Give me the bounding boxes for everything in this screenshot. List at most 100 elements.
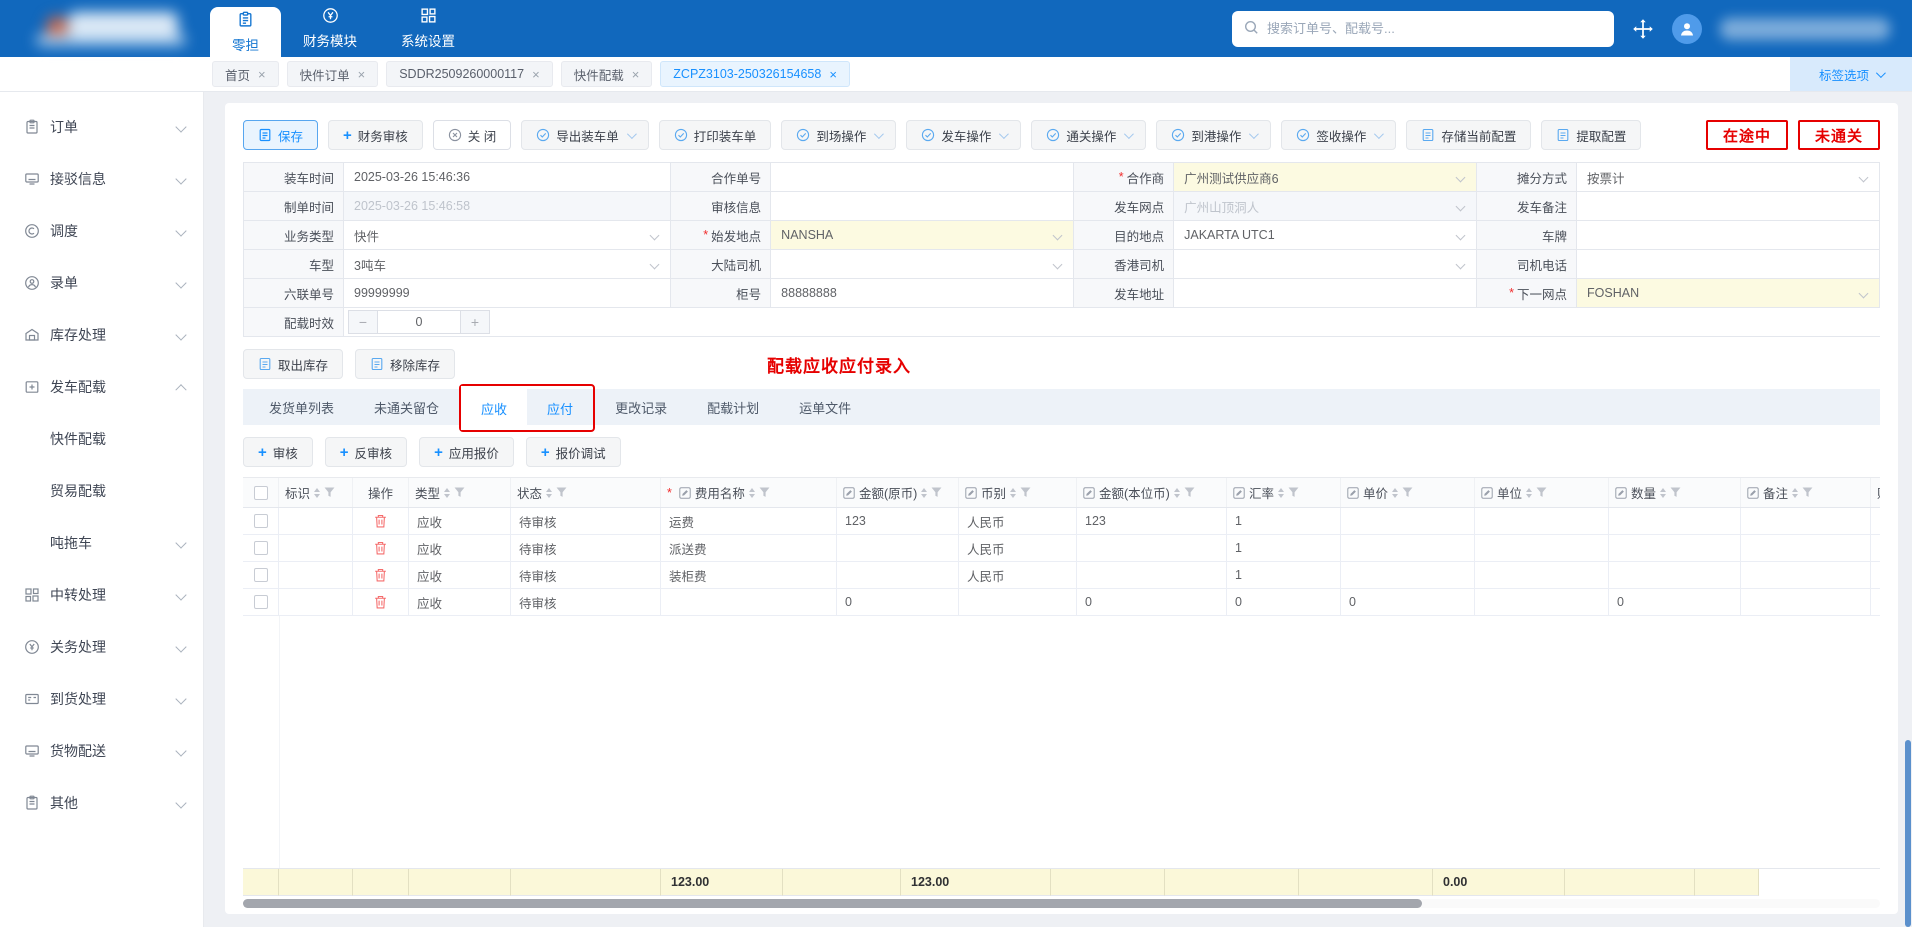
- finance-audit-button[interactable]: + 财务审核: [328, 120, 423, 150]
- stepper-minus-button[interactable]: −: [348, 310, 378, 334]
- cell-rate[interactable]: 1: [1227, 535, 1341, 562]
- cell-amount-orig[interactable]: 0: [837, 589, 959, 616]
- cell-fee-name[interactable]: 派送费: [661, 535, 837, 562]
- sort-icon[interactable]: [1010, 487, 1017, 498]
- col-mark[interactable]: 标识: [279, 478, 353, 507]
- tab-zcpz-stowage[interactable]: ZCPZ3103-250326154658 ×: [660, 61, 850, 87]
- reverse-audit-button[interactable]: + 反审核: [324, 437, 408, 467]
- filter-icon[interactable]: [1402, 487, 1413, 498]
- cell-quantity[interactable]: [1609, 535, 1741, 562]
- row-checkbox[interactable]: [253, 568, 268, 582]
- close-icon[interactable]: ×: [258, 68, 266, 81]
- cell-currency[interactable]: 人民币: [959, 562, 1077, 589]
- sidebar-item-transit[interactable]: 中转处理: [0, 569, 203, 621]
- cell-note[interactable]: [1741, 562, 1871, 589]
- take-out-stock-button[interactable]: 取出库存: [243, 349, 344, 379]
- filter-icon[interactable]: [759, 487, 770, 498]
- tab-options-button[interactable]: 标签选项: [1790, 57, 1912, 91]
- col-status[interactable]: 状态: [511, 478, 661, 507]
- remove-stock-button[interactable]: 移除库存: [355, 349, 456, 379]
- arrival-ops-button[interactable]: 到场操作: [781, 120, 897, 150]
- cell-amount-base[interactable]: [1077, 535, 1227, 562]
- quote-debug-button[interactable]: + 报价调试: [525, 437, 621, 467]
- cell-amount-orig[interactable]: [837, 535, 959, 562]
- departure-ops-button[interactable]: 发车操作: [906, 120, 1022, 150]
- col-type[interactable]: 类型: [409, 478, 511, 507]
- filter-icon[interactable]: [1288, 487, 1299, 498]
- tab-sddr-order[interactable]: SDDR2509260000117 ×: [386, 61, 553, 87]
- hk-driver-select[interactable]: [1174, 250, 1478, 279]
- delete-icon[interactable]: [374, 568, 387, 582]
- save-config-button[interactable]: 存储当前配置: [1406, 120, 1532, 150]
- delete-icon[interactable]: [374, 541, 387, 555]
- search-input[interactable]: [1267, 21, 1602, 36]
- vertical-scrollbar[interactable]: [1905, 740, 1911, 927]
- close-icon[interactable]: ×: [532, 68, 540, 81]
- sidebar-item-arrival[interactable]: 到货处理: [0, 673, 203, 725]
- filter-icon[interactable]: [1536, 487, 1547, 498]
- sort-icon[interactable]: [748, 487, 755, 498]
- sort-icon[interactable]: [1792, 487, 1799, 498]
- container-number-field[interactable]: 88888888: [771, 279, 1075, 308]
- tab-not-cleared-warehouse[interactable]: 未通关留仓: [354, 389, 459, 425]
- customs-ops-button[interactable]: 通关操作: [1031, 120, 1147, 150]
- mainland-driver-select[interactable]: [771, 250, 1075, 279]
- scrollbar-thumb[interactable]: [243, 899, 1422, 908]
- close-icon[interactable]: ×: [829, 68, 837, 81]
- sort-icon[interactable]: [546, 487, 553, 498]
- row-checkbox[interactable]: [253, 595, 268, 609]
- cell-price[interactable]: [1341, 535, 1475, 562]
- close-icon[interactable]: ×: [632, 68, 640, 81]
- next-branch-select[interactable]: FOSHAN: [1577, 279, 1880, 308]
- apply-quote-button[interactable]: + 应用报价: [419, 437, 514, 467]
- departure-remark-field[interactable]: [1577, 192, 1880, 221]
- vehicle-type-select[interactable]: 3吨车: [344, 250, 672, 279]
- filter-icon[interactable]: [931, 487, 942, 498]
- sort-icon[interactable]: [1392, 487, 1399, 498]
- table-row[interactable]: 应收 待审核 运费 123 人民币 123 1: [243, 508, 1880, 535]
- tab-home[interactable]: 首页 ×: [212, 61, 279, 87]
- sidebar-item-inventory[interactable]: 库存处理: [0, 309, 203, 361]
- filter-icon[interactable]: [1184, 487, 1195, 498]
- destination-select[interactable]: JAKARTA UTC1: [1174, 221, 1478, 250]
- filter-icon[interactable]: [324, 487, 335, 498]
- col-currency[interactable]: 币别: [959, 478, 1077, 507]
- print-loading-list-button[interactable]: 打印装车单: [658, 120, 772, 150]
- sort-icon[interactable]: [444, 487, 451, 498]
- cell-currency[interactable]: 人民币: [959, 508, 1077, 535]
- stepper-plus-button[interactable]: +: [460, 310, 490, 334]
- sidebar-item-customs[interactable]: 关务处理: [0, 621, 203, 673]
- cell-note[interactable]: [1741, 535, 1871, 562]
- cell-fee-name[interactable]: 运费: [661, 508, 837, 535]
- filter-icon[interactable]: [1802, 487, 1813, 498]
- col-amount-base[interactable]: 金额(本位币): [1077, 478, 1227, 507]
- sidebar-item-delivery[interactable]: 货物配送: [0, 725, 203, 777]
- close-button[interactable]: 关 闭: [432, 120, 512, 150]
- cell-unit[interactable]: [1475, 508, 1609, 535]
- row-checkbox[interactable]: [253, 541, 268, 555]
- save-button[interactable]: 保存: [243, 120, 319, 150]
- sidebar-item-express-stowage[interactable]: 快件配载: [0, 413, 203, 465]
- cell-unit[interactable]: [1475, 535, 1609, 562]
- tab-express-stowage[interactable]: 快件配载 ×: [560, 61, 653, 87]
- cell-amount-base[interactable]: 123: [1077, 508, 1227, 535]
- cell-price[interactable]: [1341, 508, 1475, 535]
- cell-fee-name[interactable]: 装柜费: [661, 562, 837, 589]
- audit-button[interactable]: + 审核: [243, 437, 313, 467]
- user-name[interactable]: [1720, 17, 1890, 40]
- sidebar-item-trade-stowage[interactable]: 贸易配载: [0, 465, 203, 517]
- sort-icon[interactable]: [1526, 487, 1533, 498]
- partner-order-field[interactable]: [771, 163, 1075, 192]
- sort-icon[interactable]: [1278, 487, 1285, 498]
- col-quantity[interactable]: 数量: [1609, 478, 1741, 507]
- col-note[interactable]: 备注: [1741, 478, 1871, 507]
- sort-icon[interactable]: [314, 487, 321, 498]
- sort-icon[interactable]: [921, 487, 928, 498]
- row-checkbox[interactable]: [253, 514, 268, 528]
- origin-select[interactable]: NANSHA: [771, 221, 1075, 250]
- cell-unit[interactable]: [1475, 562, 1609, 589]
- cell-quantity[interactable]: [1609, 508, 1741, 535]
- sort-icon[interactable]: [1173, 487, 1180, 498]
- filter-icon[interactable]: [1670, 487, 1681, 498]
- col-rate[interactable]: 汇率: [1227, 478, 1341, 507]
